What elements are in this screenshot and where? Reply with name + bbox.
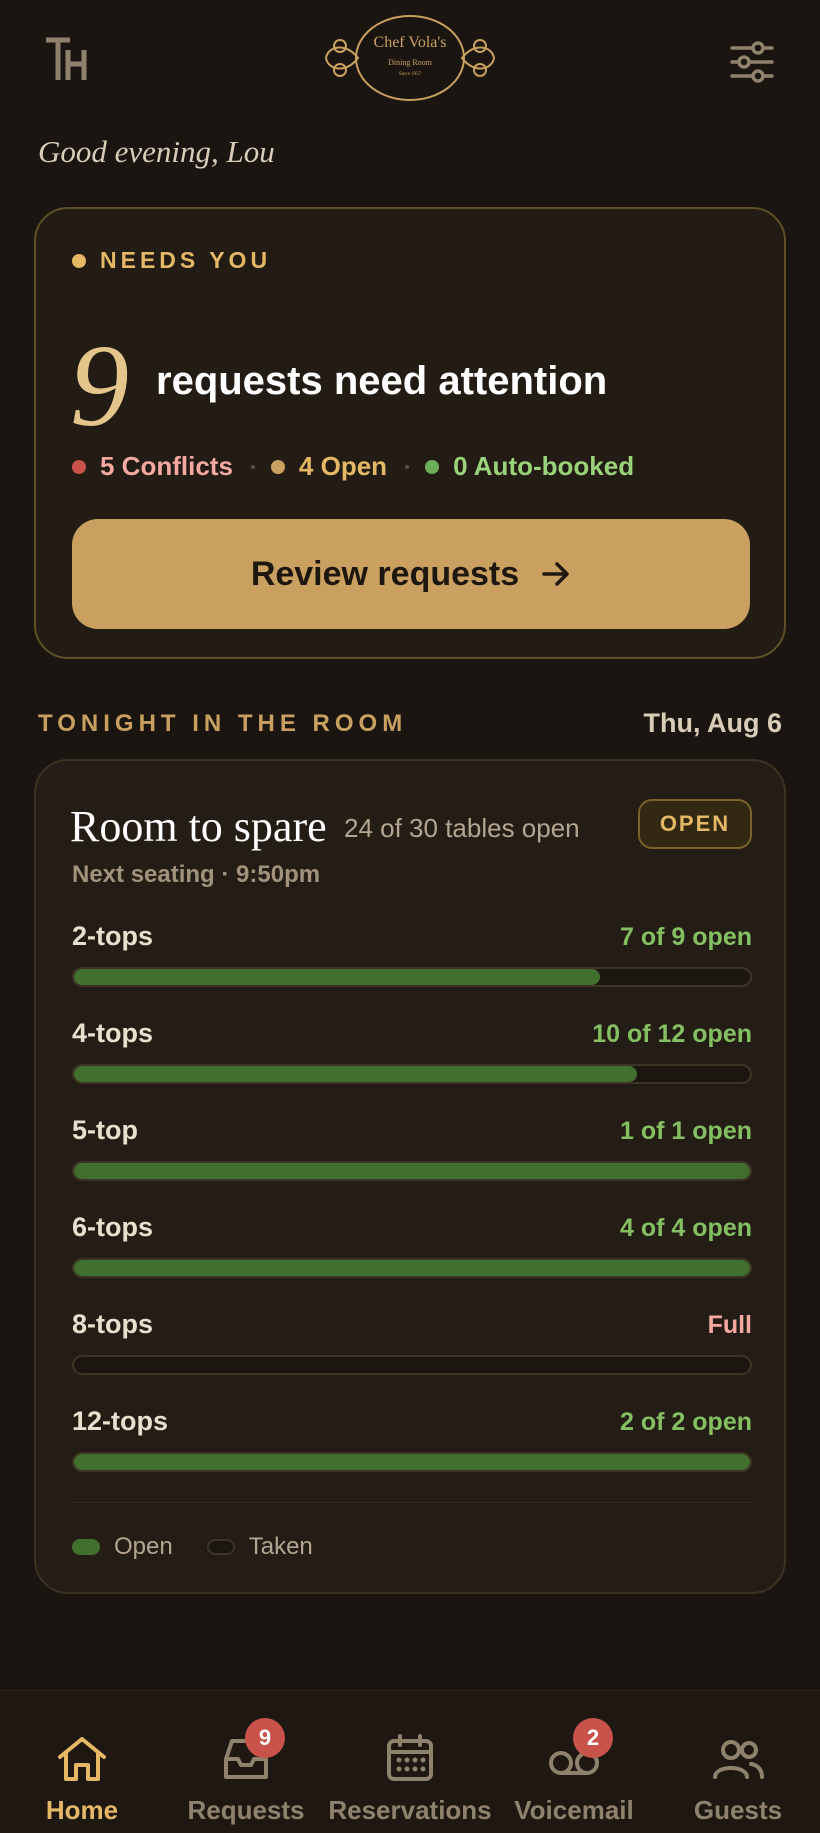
bottom-nav: Home 9 Requests Reservations 2 Voicemail bbox=[0, 1690, 820, 1833]
availability-fill bbox=[74, 1066, 638, 1082]
needs-you-card: NEEDS YOU 9 requests need attention 5 Co… bbox=[34, 207, 786, 659]
tier-status: 2 of 2 open bbox=[620, 1408, 752, 1436]
tier-name: 6-tops bbox=[72, 1212, 153, 1242]
separator-dot bbox=[250, 464, 255, 469]
brand-logo: Chef Vola's Dining Room Since 1957 bbox=[318, 12, 502, 104]
room-status-card[interactable]: Room to spare 24 of 30 tables open OPEN … bbox=[34, 759, 786, 1594]
greeting: Good evening, Lou bbox=[38, 134, 275, 169]
nav-guests[interactable]: Guests bbox=[656, 1691, 820, 1833]
nav-reservations[interactable]: Reservations bbox=[328, 1691, 492, 1833]
availability-bar bbox=[72, 1452, 752, 1472]
tier-status: 7 of 9 open bbox=[620, 923, 752, 951]
table-tier-6-tops: 6-tops 4 of 4 open bbox=[72, 1212, 752, 1292]
brand-subtitle: Dining Room bbox=[388, 58, 432, 67]
availability-fill bbox=[74, 969, 600, 985]
tier-name: 4-tops bbox=[72, 1018, 153, 1048]
separator-dot bbox=[405, 464, 410, 469]
tier-status: Full bbox=[707, 1311, 752, 1339]
stat-auto-booked-label: 0 Auto-booked bbox=[453, 451, 635, 481]
section-title-tonight: TONIGHT IN THE ROOM bbox=[38, 710, 408, 737]
tier-name: 8-tops bbox=[72, 1309, 153, 1339]
requests-badge: 9 bbox=[245, 1718, 285, 1758]
section-date: Thu, Aug 6 bbox=[643, 708, 782, 738]
legend-taken-swatch bbox=[206, 1539, 235, 1555]
legend-taken-label: Taken bbox=[248, 1533, 313, 1560]
availability-bar bbox=[72, 967, 752, 987]
tier-name: 2-tops bbox=[72, 921, 153, 951]
availability-fill bbox=[74, 1163, 750, 1179]
tier-name: 12-tops bbox=[72, 1406, 169, 1436]
availability-bar bbox=[72, 1258, 752, 1278]
request-count: 9 bbox=[70, 320, 129, 451]
stat-auto-booked[interactable]: 0 Auto-booked bbox=[425, 451, 634, 482]
nav-requests[interactable]: 9 Requests bbox=[164, 1691, 328, 1833]
legend-open-label: Open bbox=[114, 1533, 173, 1560]
nav-voicemail[interactable]: 2 Voicemail bbox=[492, 1691, 656, 1833]
nav-reservations-label: Reservations bbox=[328, 1795, 492, 1825]
calendar-icon bbox=[387, 1734, 433, 1781]
app-header: Chef Vola's Dining Room Since 1957 bbox=[0, 0, 820, 125]
availability-fill bbox=[74, 1454, 750, 1470]
filter-button[interactable] bbox=[728, 40, 776, 84]
table-tier-4-tops: 4-tops 10 of 12 open bbox=[72, 1018, 752, 1098]
table-tier-12-tops: 12-tops 2 of 2 open bbox=[72, 1406, 752, 1486]
stat-conflicts[interactable]: 5 Conflicts bbox=[72, 451, 233, 482]
brand-since: Since 1957 bbox=[398, 72, 422, 77]
tier-status: 10 of 12 open bbox=[592, 1020, 752, 1048]
stat-conflicts-label: 5 Conflicts bbox=[100, 451, 233, 481]
availability-bar bbox=[72, 1161, 752, 1181]
stat-open[interactable]: 4 Open bbox=[270, 451, 388, 482]
tier-status: 4 of 4 open bbox=[620, 1214, 752, 1242]
room-title: Room to spare bbox=[70, 802, 327, 851]
needs-you-label: NEEDS YOU bbox=[72, 247, 271, 274]
needs-you-text: NEEDS YOU bbox=[100, 247, 272, 273]
auto-booked-dot-icon bbox=[425, 459, 440, 474]
brand-name: Chef Vola's bbox=[373, 34, 447, 51]
table-tier-5-top: 5-top 1 of 1 open bbox=[72, 1115, 752, 1195]
status-dot-icon bbox=[72, 253, 86, 268]
legend: Open Taken bbox=[72, 1533, 347, 1561]
nav-requests-label: Requests bbox=[187, 1795, 305, 1825]
availability-bar bbox=[72, 1064, 752, 1084]
needs-headline: requests need attention bbox=[156, 359, 608, 403]
legend-taken: Taken bbox=[206, 1533, 313, 1561]
users-icon bbox=[713, 1740, 764, 1779]
nav-home[interactable]: Home bbox=[0, 1691, 164, 1833]
next-seating: Next seating · 9:50pm bbox=[72, 861, 321, 888]
conflict-dot-icon bbox=[72, 459, 86, 474]
table-tier-2-tops: 2-tops 7 of 9 open bbox=[72, 921, 752, 1001]
request-stats: 5 Conflicts 4 Open 0 Auto-booked bbox=[72, 451, 634, 482]
stat-open-label: 4 Open bbox=[298, 451, 388, 481]
room-summary: 24 of 30 tables open bbox=[344, 813, 580, 843]
nav-voicemail-label: Voicemail bbox=[514, 1795, 634, 1825]
tier-name: 5-top bbox=[72, 1115, 138, 1145]
arrow-right-icon bbox=[542, 562, 569, 586]
legend-open-swatch bbox=[72, 1539, 100, 1555]
home-icon bbox=[58, 1737, 106, 1781]
review-requests-label: Review requests bbox=[250, 554, 520, 593]
table-tier-8-tops: 8-tops Full bbox=[72, 1309, 752, 1389]
voicemail-badge: 2 bbox=[573, 1718, 613, 1758]
availability-fill bbox=[74, 1260, 750, 1276]
legend-open: Open bbox=[72, 1533, 173, 1561]
status-badge: OPEN bbox=[638, 799, 752, 849]
sliders-icon bbox=[730, 41, 774, 83]
nav-guests-label: Guests bbox=[693, 1795, 783, 1825]
tier-status: 1 of 1 open bbox=[620, 1117, 752, 1145]
availability-bar bbox=[72, 1355, 752, 1375]
th-monogram-icon[interactable] bbox=[44, 36, 92, 84]
review-requests-button[interactable]: Review requests bbox=[72, 519, 750, 629]
divider bbox=[72, 1502, 752, 1503]
nav-home-label: Home bbox=[45, 1795, 119, 1825]
open-dot-icon bbox=[270, 459, 285, 474]
